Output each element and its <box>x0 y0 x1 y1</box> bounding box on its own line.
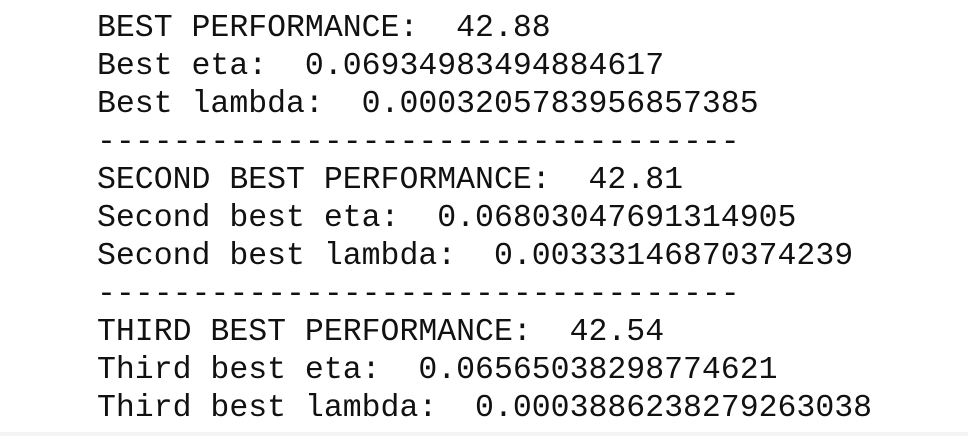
best-eta-line: Best eta: 0.06934983494884617 <box>97 49 665 84</box>
best-performance-line: BEST PERFORMANCE: 42.88 <box>97 11 551 46</box>
third-best-eta-line: Third best eta: 0.06565038298774621 <box>97 353 778 388</box>
second-best-performance-line: SECOND BEST PERFORMANCE: 42.81 <box>97 163 683 198</box>
third-best-performance-line: THIRD BEST PERFORMANCE: 42.54 <box>97 315 665 350</box>
output-text-block: BEST PERFORMANCE: 42.88 Best eta: 0.0693… <box>97 10 872 428</box>
console-output-panel: BEST PERFORMANCE: 42.88 Best eta: 0.0693… <box>0 0 968 436</box>
separator-line: ---------------------------------- <box>97 277 740 312</box>
best-lambda-line: Best lambda: 0.0003205783956857385 <box>97 87 759 122</box>
second-best-lambda-line: Second best lambda: 0.00333146870374239 <box>97 239 854 274</box>
separator-line: ---------------------------------- <box>97 125 740 160</box>
second-best-eta-line: Second best eta: 0.06803047691314905 <box>97 201 797 236</box>
third-best-lambda-line: Third best lambda: 0.0003886238279263038 <box>97 391 873 426</box>
bottom-edge-divider <box>0 432 968 436</box>
